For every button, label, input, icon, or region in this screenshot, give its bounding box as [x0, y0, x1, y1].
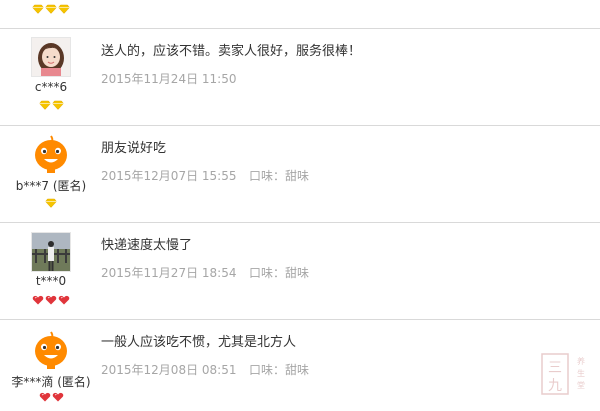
user-avatar[interactable] [31, 232, 71, 272]
review-date: 2015年11月24日 11:50 [101, 72, 237, 86]
girl-avatar-photo [32, 38, 70, 76]
user-level-badges [0, 198, 102, 210]
diamond-level-icon [45, 4, 57, 14]
user-level-badges [0, 4, 102, 16]
username[interactable]: c***6 [0, 80, 102, 94]
user-level-badges [0, 100, 102, 112]
outdoor-avatar-photo [32, 233, 70, 271]
heart-level-icon [58, 295, 70, 305]
diamond-level-icon [38, 100, 51, 110]
row-divider [0, 222, 600, 223]
username[interactable]: 李***滴 (匿名) [0, 373, 102, 390]
row-divider [0, 28, 600, 29]
seal-stamp-watermark: 三 九 养 生 堂 [541, 353, 585, 395]
diamond-level-icon [51, 100, 64, 110]
svg-text:生: 生 [577, 368, 585, 378]
user-avatar[interactable] [31, 37, 71, 77]
svg-text:九: 九 [548, 378, 562, 394]
svg-text:堂: 堂 [577, 380, 585, 390]
review-list: c***6 送人的，应该不错。卖家人很好，服务很棒！ 2015年11月24日 1… [0, 0, 600, 402]
review-date: 2015年12月08日 08:51 [101, 363, 237, 377]
review-taste-option: 口味：甜味 [249, 363, 310, 377]
heart-level-icon [52, 392, 63, 402]
heart-level-icon [45, 295, 57, 305]
review-date: 2015年11月27日 18:54 [101, 266, 237, 280]
review-content: 一般人应该吃不惯，尤其是北方人 [101, 335, 297, 350]
svg-text:三: 三 [548, 360, 562, 376]
svg-text:养: 养 [577, 356, 585, 366]
review-taste-option: 口味：甜味 [249, 266, 310, 280]
orange-mascot-avatar [31, 133, 71, 173]
heart-level-icon [39, 392, 50, 402]
username[interactable]: t***0 [0, 274, 102, 288]
user-avatar[interactable] [31, 133, 71, 173]
review-content: 送人的，应该不错。卖家人很好，服务很棒！ [101, 44, 362, 59]
user-level-badges [0, 295, 102, 307]
user-level-badges [0, 392, 102, 404]
review-taste-option: 口味：甜味 [249, 169, 310, 183]
username[interactable]: b***7 (匿名) [0, 177, 102, 194]
user-avatar[interactable] [31, 329, 71, 369]
orange-mascot-avatar [31, 329, 71, 369]
row-divider [0, 125, 600, 126]
review-content: 朋友说好吃 [101, 141, 167, 156]
diamond-level-icon [45, 198, 57, 208]
row-divider [0, 319, 600, 320]
review-date: 2015年12月07日 15:55 [101, 169, 237, 183]
diamond-level-icon [58, 4, 70, 14]
diamond-level-icon [32, 4, 44, 14]
heart-level-icon [32, 295, 44, 305]
review-content: 快递速度太慢了 [101, 238, 193, 253]
